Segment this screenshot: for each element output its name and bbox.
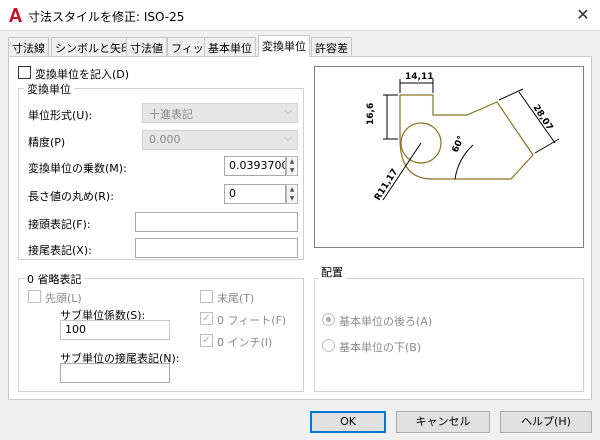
display-alt-units-checkbox[interactable] xyxy=(18,66,31,79)
after-primary-label: 基本単位の後ろ(A) xyxy=(339,315,433,328)
suffix-input[interactable] xyxy=(135,238,298,258)
round-off-label: 長さ値の丸め(R): xyxy=(28,190,114,203)
tab-alternate-units[interactable]: 変換単位 xyxy=(258,35,310,57)
multiplier-label: 変換単位の乗数(M): xyxy=(28,162,127,175)
preview-drawing: 14,11 16,6 28,07 60° R11,17 xyxy=(366,72,560,203)
cancel-button[interactable]: キャンセル xyxy=(396,411,490,433)
placement-group xyxy=(314,278,584,392)
close-icon[interactable]: ✕ xyxy=(572,4,594,26)
precision-label: 精度(P) xyxy=(28,136,66,149)
tab-tolerances[interactable]: 許容差 xyxy=(311,37,352,56)
zero-inches-label: 0 インチ(I) xyxy=(217,336,273,349)
tab-primary-units[interactable]: 基本単位 xyxy=(204,37,256,56)
zero-feet-checkbox[interactable]: ✓ xyxy=(200,312,213,325)
title-bar: 寸法スタイルを修正: ISO-25 ✕ xyxy=(0,0,600,30)
unit-format-select[interactable]: 十進表記 ⌵ xyxy=(142,103,298,123)
suffix-label: 接尾表記(X): xyxy=(28,244,92,257)
tab-dimension-lines[interactable]: 寸法線 xyxy=(8,37,49,56)
autocad-logo-icon xyxy=(9,8,22,22)
sub-unit-suffix-input[interactable] xyxy=(60,363,170,383)
chevron-down-icon: ⌵ xyxy=(284,106,292,117)
dim-left-text: 16,6 xyxy=(366,103,376,125)
unit-format-label: 単位形式(U): xyxy=(28,109,93,122)
prefix-input[interactable] xyxy=(135,212,298,232)
prefix-label: 接頭表記(F): xyxy=(28,218,91,231)
display-alt-units-label: 変換単位を記入(D) xyxy=(35,68,130,81)
dimension-preview: 14,11 16,6 28,07 60° R11,17 xyxy=(314,66,584,248)
help-button[interactable]: ヘルプ(H) xyxy=(500,411,592,433)
tab-text[interactable]: 寸法値 xyxy=(126,37,167,56)
sub-unit-factor-input[interactable]: 100 xyxy=(60,320,170,340)
ok-button[interactable]: OK xyxy=(310,411,386,433)
below-primary-radio[interactable] xyxy=(322,339,335,352)
dim-right-text: 28,07 xyxy=(530,103,554,132)
zero-feet-label: 0 フィート(F) xyxy=(217,314,287,327)
dimension-lines xyxy=(382,79,560,201)
round-off-spinner[interactable]: ▲ ▼ xyxy=(286,184,298,204)
part-outline xyxy=(399,94,534,180)
leading-label: 先頭(L) xyxy=(45,292,82,305)
dim-radius-text: R11,17 xyxy=(373,167,400,202)
round-off-input[interactable]: 0 xyxy=(224,184,286,204)
trailing-checkbox[interactable] xyxy=(200,290,213,303)
after-primary-radio[interactable] xyxy=(322,313,335,326)
precision-select[interactable]: 0.000 ⌵ xyxy=(142,130,298,150)
tab-symbols-arrows[interactable]: シンボルと矢印 xyxy=(51,37,136,56)
zero-inches-checkbox[interactable]: ✓ xyxy=(200,334,213,347)
alt-units-group-title: 変換単位 xyxy=(24,81,74,97)
multiplier-spinner[interactable]: ▲ ▼ xyxy=(286,156,298,176)
trailing-label: 末尾(T) xyxy=(217,292,255,305)
placement-title: 配置 xyxy=(318,264,346,280)
dim-top-text: 14,11 xyxy=(405,72,433,82)
chevron-down-icon: ⌵ xyxy=(284,133,292,144)
below-primary-label: 基本単位の下(B) xyxy=(339,341,422,354)
zero-suppression-title: 0 省略表記 xyxy=(24,271,85,287)
window-title: 寸法スタイルを修正: ISO-25 xyxy=(28,10,185,24)
dim-angle-text: 60° xyxy=(451,135,467,155)
leading-checkbox[interactable] xyxy=(28,290,41,303)
multiplier-input[interactable]: 0.0393700787 xyxy=(224,156,286,176)
